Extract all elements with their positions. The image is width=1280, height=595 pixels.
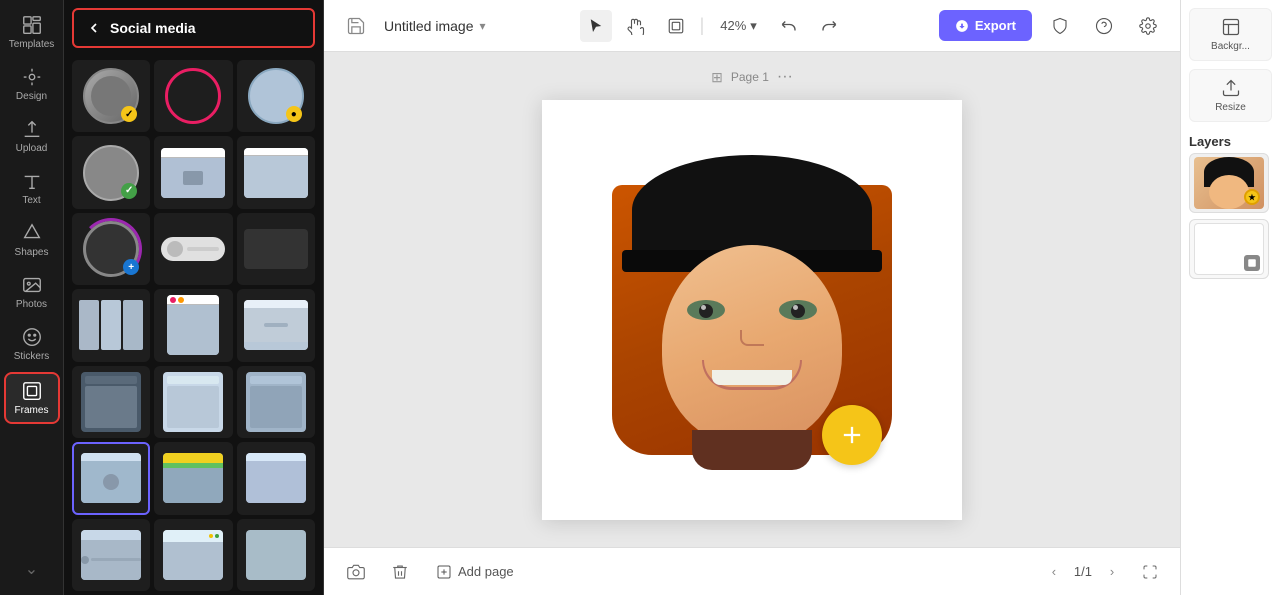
icon-sidebar: Templates Design Upload Text Shapes P: [0, 0, 64, 595]
camera-button[interactable]: [340, 556, 372, 588]
sidebar-label-stickers: Stickers: [14, 351, 50, 362]
editor-area: Untitled image ▾: [324, 0, 1180, 595]
frame-item-square-medium[interactable]: [237, 366, 315, 438]
right-panel: Backgr... Resize Layers ★: [1180, 0, 1280, 595]
undo-button[interactable]: [773, 10, 805, 42]
frame-item-selected-1[interactable]: [72, 442, 150, 514]
export-button-label: Export: [975, 18, 1016, 33]
zoom-control[interactable]: 42% ▾: [712, 14, 765, 38]
hand-tool-button[interactable]: [620, 10, 652, 42]
redo-button[interactable]: [813, 10, 845, 42]
frame-item-post-photo[interactable]: [154, 289, 232, 361]
sidebar-item-templates[interactable]: Templates: [4, 8, 60, 56]
sidebar-label-shapes: Shapes: [15, 247, 49, 258]
frame-item-post-3col[interactable]: [72, 289, 150, 361]
fullscreen-button[interactable]: [1136, 558, 1164, 586]
prev-page-button[interactable]: ‹: [1042, 560, 1066, 584]
page-label-area: ⊞ Page 1 ···: [711, 68, 793, 86]
settings-button[interactable]: [1132, 10, 1164, 42]
badge-blue: +: [123, 259, 139, 275]
sidebar-label-templates: Templates: [9, 39, 55, 50]
frame-item-bottom-3[interactable]: [237, 519, 315, 591]
frame-item-empty[interactable]: [237, 213, 315, 285]
page-navigation: ‹ 1/1 ›: [1042, 560, 1124, 584]
layers-section: Layers ★: [1189, 134, 1272, 285]
frame-item-circle-progress[interactable]: +: [72, 213, 150, 285]
background-tool-label: Backgr...: [1211, 41, 1250, 52]
zoom-value: 42%: [720, 18, 746, 33]
frame-item-bottom-2[interactable]: [154, 519, 232, 591]
frame-item-circle-photo[interactable]: ✓: [72, 60, 150, 132]
sidebar-label-photos: Photos: [16, 299, 47, 310]
frame-tool-button[interactable]: [660, 10, 692, 42]
add-page-label: Add page: [458, 564, 514, 579]
frame-item-square-grey[interactable]: [72, 366, 150, 438]
badge-green: ✓: [121, 183, 137, 199]
frame-item-square-light[interactable]: [154, 366, 232, 438]
frame-item-post-landscape-2[interactable]: [237, 136, 315, 208]
frame-item-pill[interactable]: [154, 213, 232, 285]
bottom-bar: Add page ‹ 1/1 ›: [324, 547, 1180, 595]
sidebar-label-text: Text: [22, 195, 40, 206]
sidebar-scroll-down[interactable]: ⌄: [17, 551, 46, 587]
canvas-container: ⊞ Page 1 ···: [324, 52, 1180, 547]
panel-back-button[interactable]: Social media: [72, 8, 315, 48]
back-arrow-icon: [86, 20, 102, 36]
layer-badge-photo: [1244, 255, 1260, 271]
frame-item-post-landscape[interactable]: [154, 136, 232, 208]
title-dropdown-icon: ▾: [480, 19, 486, 33]
export-button[interactable]: Export: [939, 10, 1032, 41]
editor-topbar: Untitled image ▾: [324, 0, 1180, 52]
page-count: 1/1: [1074, 564, 1092, 579]
trash-button[interactable]: [384, 556, 416, 588]
frame-item-post-small[interactable]: [237, 289, 315, 361]
save-icon-button[interactable]: [340, 10, 372, 42]
topbar-tools: | 42% ▾: [580, 10, 845, 42]
select-tool-button[interactable]: [580, 10, 612, 42]
layers-title: Layers: [1189, 134, 1272, 149]
sidebar-item-design[interactable]: Design: [4, 60, 60, 108]
sidebar-item-text[interactable]: Text: [4, 164, 60, 212]
page-icon: ⊞: [711, 69, 723, 86]
frame-item-circle-grey[interactable]: ✓: [72, 136, 150, 208]
resize-tool-button[interactable]: Resize: [1189, 69, 1272, 122]
document-title: Untitled image: [384, 18, 474, 34]
badge-yellow: ✓: [121, 106, 137, 122]
sidebar-item-frames[interactable]: Frames: [4, 372, 60, 424]
background-tool-button[interactable]: Backgr...: [1189, 8, 1272, 61]
layer-item-background[interactable]: [1189, 219, 1269, 279]
badge-orange: ●: [286, 106, 302, 122]
add-to-canvas-button[interactable]: [822, 405, 882, 465]
page-options-button[interactable]: ···: [777, 68, 793, 86]
sidebar-label-frames: Frames: [15, 405, 49, 416]
add-page-button[interactable]: Add page: [428, 560, 522, 584]
canvas-image[interactable]: [612, 155, 892, 465]
canvas-white[interactable]: [542, 100, 962, 520]
frame-item-circle-bluegrey[interactable]: ●: [237, 60, 315, 132]
frame-item-circle-pink[interactable]: [154, 60, 232, 132]
sidebar-item-photos[interactable]: Photos: [4, 268, 60, 316]
sidebar-item-upload[interactable]: Upload: [4, 112, 60, 160]
page-label: Page 1: [731, 70, 769, 84]
sidebar-label-design: Design: [16, 91, 47, 102]
sidebar-label-upload: Upload: [16, 143, 48, 154]
shield-button[interactable]: [1044, 10, 1076, 42]
layer-item-photo[interactable]: ★: [1189, 153, 1269, 213]
frames-panel: Social media ✓ ●: [64, 0, 324, 595]
frame-item-bottom-1[interactable]: [72, 519, 150, 591]
frames-grid: ✓ ● ✓: [64, 56, 323, 595]
sidebar-item-stickers[interactable]: Stickers: [4, 320, 60, 368]
frame-item-light-blue[interactable]: [237, 442, 315, 514]
frame-item-yellow-green[interactable]: [154, 442, 232, 514]
resize-tool-label: Resize: [1215, 102, 1246, 113]
document-title-area[interactable]: Untitled image ▾: [384, 18, 486, 34]
sidebar-item-shapes[interactable]: Shapes: [4, 216, 60, 264]
panel-title: Social media: [110, 20, 196, 36]
zoom-dropdown-icon: ▾: [750, 18, 757, 34]
next-page-button[interactable]: ›: [1100, 560, 1124, 584]
help-button[interactable]: [1088, 10, 1120, 42]
